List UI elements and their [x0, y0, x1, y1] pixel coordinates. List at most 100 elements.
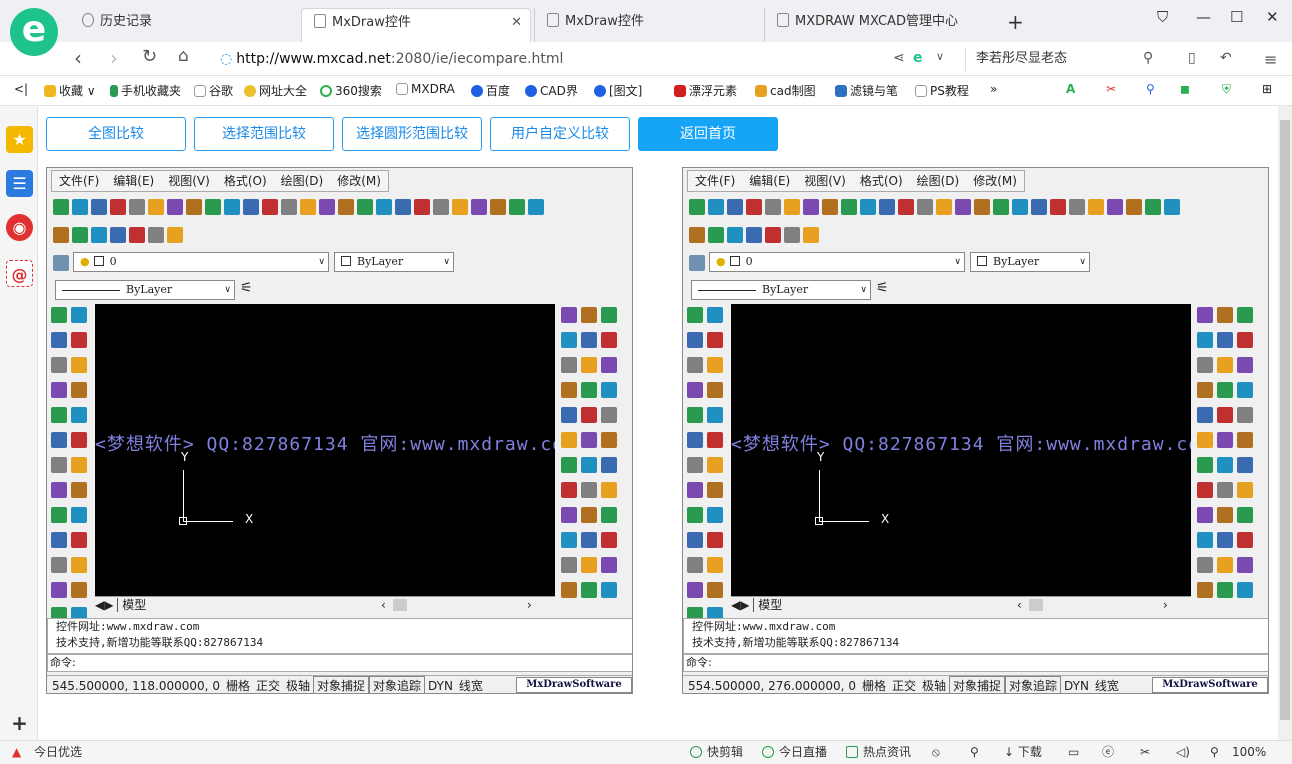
cad-tool-icon[interactable] [1237, 532, 1253, 548]
cad-tool-icon[interactable] [71, 307, 87, 323]
cad-tool-icon[interactable] [1197, 507, 1213, 523]
cad-tool-icon[interactable] [581, 582, 597, 598]
cad-tool-icon[interactable] [687, 557, 703, 573]
status-dyn[interactable]: DYN [1061, 677, 1092, 693]
cad-tool-icon[interactable] [687, 432, 703, 448]
cad-tool-icon[interactable] [1088, 199, 1104, 215]
status-grid[interactable]: 栅格 [859, 677, 889, 693]
cad-tool-icon[interactable] [1237, 357, 1253, 373]
cad-tool-icon[interactable] [71, 407, 87, 423]
cad-tool-icon[interactable] [167, 199, 183, 215]
cad-tool-icon[interactable] [581, 532, 597, 548]
cad-tool-icon[interactable] [319, 199, 335, 215]
menu-icon[interactable]: ≡ [1264, 50, 1277, 69]
cad-tool-icon[interactable] [205, 199, 221, 215]
mail-icon[interactable]: @ [6, 260, 33, 287]
cad-tool-icon[interactable] [1197, 407, 1213, 423]
add-sidebar-icon[interactable]: + [6, 710, 33, 737]
menu-format[interactable]: 格式(O) [217, 171, 274, 191]
bookmark-3[interactable]: 网址大全 [244, 82, 307, 99]
browser-logo-icon[interactable]: e [10, 8, 58, 56]
cad-tool-icon[interactable] [91, 227, 107, 243]
news-icon[interactable]: ☰ [6, 170, 33, 197]
cad-tool-icon[interactable] [1126, 199, 1142, 215]
cad-tool-icon[interactable] [490, 199, 506, 215]
cad-tool-icon[interactable] [414, 199, 430, 215]
download[interactable]: ↓ 下载 [1004, 741, 1042, 763]
cad-tool-icon[interactable] [51, 432, 67, 448]
game-icon[interactable]: ◼ [1180, 82, 1190, 96]
cad-tool-icon[interactable] [1197, 557, 1213, 573]
cad-tool-icon[interactable] [687, 482, 703, 498]
cad-tool-icon[interactable] [72, 227, 88, 243]
cad-tool-icon[interactable] [433, 199, 449, 215]
cad-tool-icon[interactable] [803, 199, 819, 215]
cad-tool-icon[interactable] [148, 199, 164, 215]
cad-tool-icon[interactable] [51, 557, 67, 573]
search-input[interactable]: 李若彤尽显老态 [965, 47, 1165, 71]
cad-tool-icon[interactable] [1237, 482, 1253, 498]
cad-tool-icon[interactable] [51, 307, 67, 323]
scroll-right-icon[interactable]: › [527, 597, 532, 613]
cad-tool-icon[interactable] [51, 482, 67, 498]
close-window-icon[interactable]: ✕ [1266, 8, 1279, 26]
cad-tool-icon[interactable] [687, 532, 703, 548]
cad-tool-icon[interactable] [879, 199, 895, 215]
cad-tool-icon[interactable] [601, 507, 617, 523]
bookmark-2[interactable]: 谷歌 [194, 82, 233, 99]
cad-tool-icon[interactable] [581, 307, 597, 323]
cut-icon[interactable]: ✂ [1140, 741, 1150, 763]
extension-add-icon[interactable]: A [1066, 82, 1075, 96]
cad-tool-icon[interactable] [1237, 332, 1253, 348]
cad-tool-icon[interactable] [955, 199, 971, 215]
cad-tool-icon[interactable] [601, 457, 617, 473]
bookmark-8[interactable]: [图文] [594, 82, 642, 99]
lineweight-icon[interactable]: ⚟ [876, 280, 889, 296]
undo-icon[interactable]: ↶ [1220, 50, 1232, 66]
zoom-level[interactable]: 100% [1232, 741, 1266, 763]
cad-tool-icon[interactable] [707, 557, 723, 573]
range-compare-button[interactable]: 选择范围比较 [194, 117, 334, 151]
cad-tool-icon[interactable] [707, 582, 723, 598]
bookmark-9[interactable]: 漂浮元素 [674, 82, 737, 99]
cad-tool-icon[interactable] [561, 532, 577, 548]
cad-tool-icon[interactable] [561, 482, 577, 498]
cad-tool-icon[interactable] [765, 199, 781, 215]
cad-tool-icon[interactable] [707, 357, 723, 373]
cad-tool-icon[interactable] [1197, 532, 1213, 548]
cad-tool-icon[interactable] [167, 227, 183, 243]
cad-tool-icon[interactable] [601, 557, 617, 573]
cad-tool-icon[interactable] [689, 199, 705, 215]
bookmark-0[interactable]: 收藏 ∨ [44, 82, 96, 99]
cad-tool-icon[interactable] [581, 482, 597, 498]
cad-tool-icon[interactable] [708, 227, 724, 243]
cad-tool-icon[interactable] [687, 407, 703, 423]
status-grid[interactable]: 栅格 [223, 677, 253, 693]
engine-icon[interactable]: e [913, 50, 923, 66]
quick-clip[interactable]: 快剪辑 [690, 741, 743, 763]
translate-icon[interactable]: ⚲ [1146, 82, 1155, 96]
cad-tool-icon[interactable] [51, 507, 67, 523]
cad-tool-icon[interactable] [707, 532, 723, 548]
full-compare-button[interactable]: 全图比较 [46, 117, 186, 151]
bookmark-5[interactable]: MXDRA [396, 82, 455, 96]
cad-tool-icon[interactable] [727, 199, 743, 215]
skin-icon[interactable]: ⛉ [1157, 8, 1168, 26]
cad-tool-icon[interactable] [1237, 382, 1253, 398]
layer-combo[interactable]: ● 0 ∨ [73, 252, 329, 272]
menu-view[interactable]: 视图(V) [161, 171, 217, 191]
cad-tool-icon[interactable] [687, 357, 703, 373]
cad-tool-icon[interactable] [71, 332, 87, 348]
status-otrack[interactable]: 对象追踪 [369, 676, 426, 693]
cad-tool-icon[interactable] [1237, 432, 1253, 448]
cad-tool-icon[interactable] [71, 532, 87, 548]
cad-tool-icon[interactable] [687, 332, 703, 348]
menu-modify[interactable]: 修改(M) [330, 171, 388, 191]
cad-tool-icon[interactable] [707, 482, 723, 498]
cad-tool-icon[interactable] [129, 199, 145, 215]
cad-tool-icon[interactable] [1217, 357, 1233, 373]
cad-tool-icon[interactable] [1237, 307, 1253, 323]
weibo-icon[interactable]: ◉ [6, 214, 33, 241]
cad-tool-icon[interactable] [581, 382, 597, 398]
menu-edit[interactable]: 编辑(E) [106, 171, 161, 191]
